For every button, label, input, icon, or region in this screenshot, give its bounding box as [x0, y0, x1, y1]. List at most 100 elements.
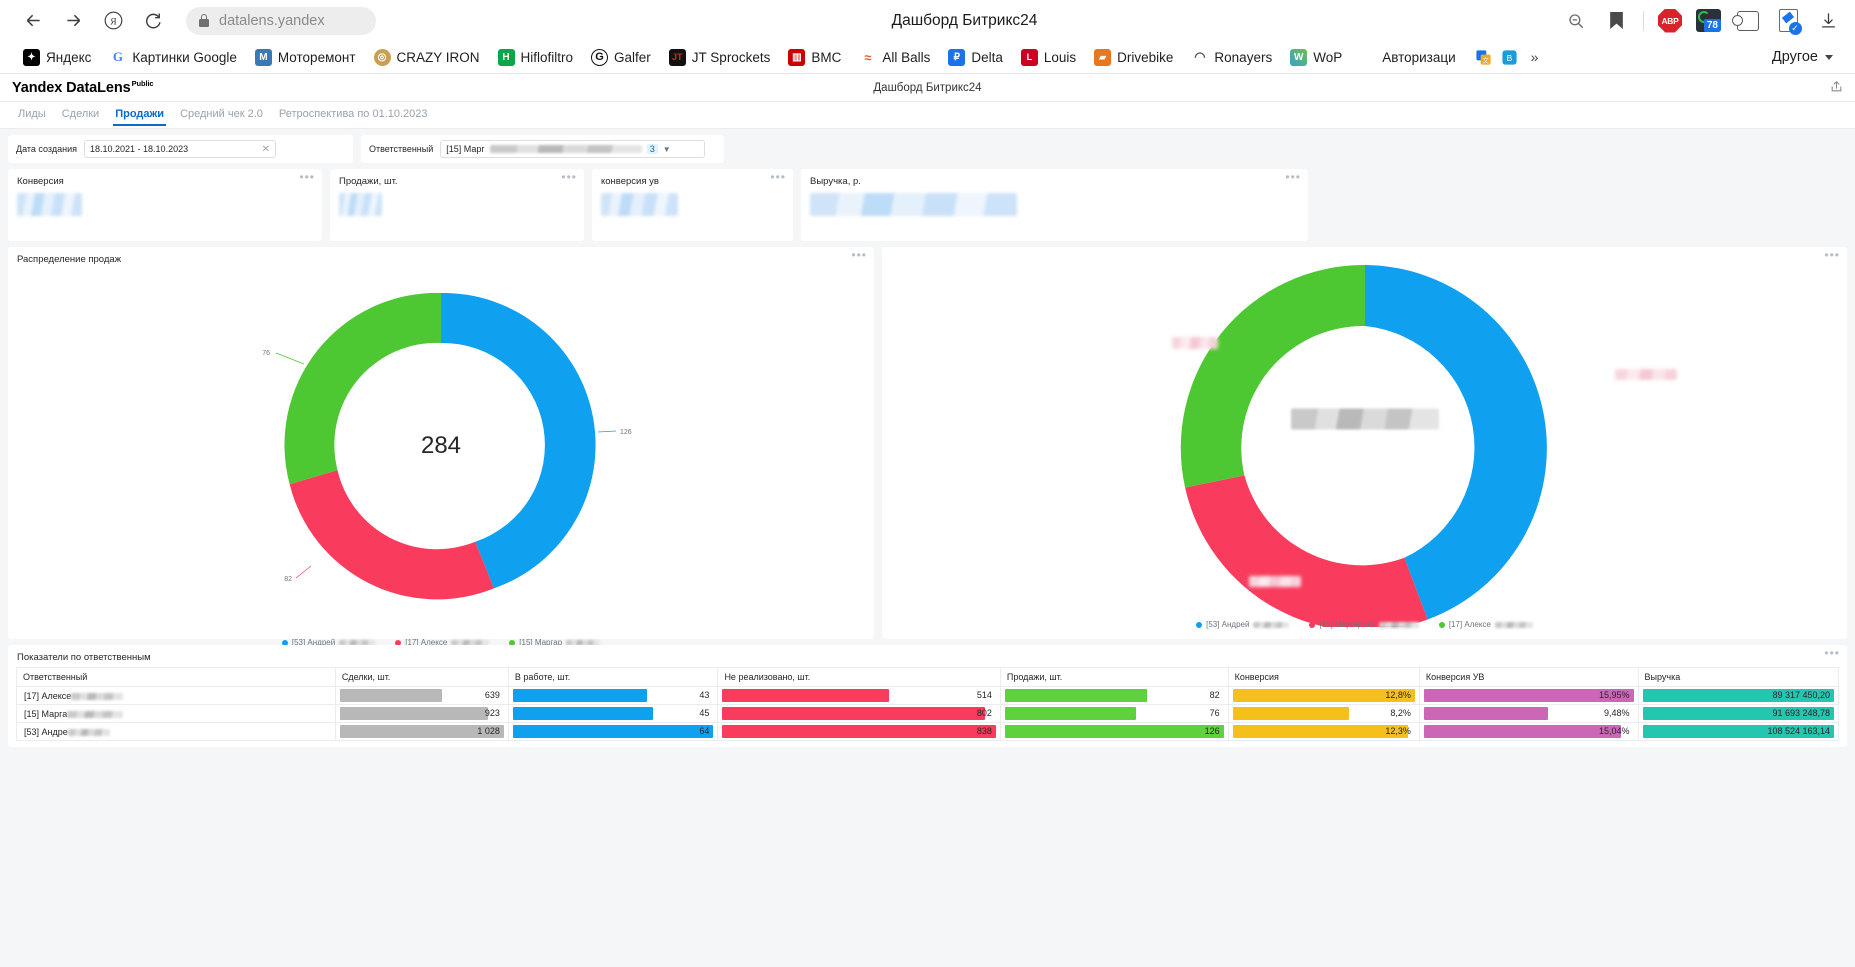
datalens-header: Yandex DataLensPublic Дашборд Битрикс24 [0, 74, 1855, 102]
tab-sdelki[interactable]: Сделки [54, 104, 108, 126]
donut-slice-green[interactable] [1180, 264, 1365, 488]
owner-select[interactable]: [15] Марг 3 ▼ [440, 140, 706, 158]
bookmark-ronayers[interactable]: ◠ Ronayers [1182, 46, 1281, 69]
tab-lidy[interactable]: Лиды [10, 104, 54, 126]
bookmark-crazy-iron[interactable]: ◎ CRAZY IRON [365, 46, 489, 69]
bar-value: 8,2% [1390, 708, 1411, 718]
bookmark-galfer[interactable]: G Galfer [582, 46, 660, 69]
table-row[interactable]: [17] Алексе 639 43 514 82 12,8% 15,95% 8… [16, 686, 1840, 705]
kpi-card-prodazhi: ••• Продажи, шт. [330, 169, 584, 241]
cell-conv-uv: 9,48% [1419, 704, 1639, 723]
counter-78-icon[interactable]: 78 [1696, 9, 1721, 32]
owner-value: [15] Марг [446, 144, 485, 154]
document-signed-icon[interactable]: ✓ [1775, 8, 1802, 35]
bookmark-label: JT Sprockets [691, 49, 771, 65]
bookmark-icon[interactable] [1603, 8, 1629, 34]
legend-color-dot [1438, 621, 1445, 628]
cell-revenue: 108 524 163,14 [1638, 722, 1840, 741]
donut-slice-red[interactable] [289, 470, 494, 600]
legend-label: [53] Андрей [1206, 620, 1250, 629]
kebab-menu-icon[interactable]: ••• [299, 171, 315, 183]
bar-value: 12,8% [1385, 690, 1411, 700]
share-icon[interactable] [1830, 80, 1843, 96]
google-favicon: G [109, 48, 127, 66]
bitrix-icon[interactable]: В [1497, 44, 1523, 70]
adblock-plus-icon[interactable]: ABP [1658, 8, 1682, 33]
zoom-out-icon[interactable] [1563, 8, 1589, 34]
bar-value: 15,04% [1598, 726, 1630, 736]
table-row[interactable]: [15] Марга 923 45 802 76 8,2% 9,48% 91 6… [16, 704, 1840, 723]
bar-unrealized [722, 725, 996, 738]
col-header-otvetstvenny[interactable]: Ответственный [16, 667, 336, 687]
legend-item[interactable]: [15] Маргарита [1309, 620, 1419, 629]
tab-retrospektiva[interactable]: Ретроспектива по 01.10.2023 [271, 104, 436, 126]
kebab-menu-icon[interactable]: ••• [1824, 647, 1840, 659]
yandex-logo-icon[interactable]: Я [94, 5, 132, 37]
toolbar-divider [1643, 10, 1644, 31]
bookmark-bmc[interactable]: ▥ BMC [779, 46, 850, 69]
clear-icon[interactable]: ✕ [262, 144, 270, 155]
bookmark-all-balls[interactable]: ≈ All Balls [850, 46, 939, 69]
kebab-menu-icon[interactable]: ••• [851, 249, 867, 261]
forward-arrow-icon[interactable] [54, 5, 92, 37]
donut-label-red-redacted [1248, 576, 1301, 588]
pin-icon[interactable] [1732, 8, 1761, 34]
date-range-input[interactable]: 18.10.2021 - 18.10.2023 ✕ [84, 140, 276, 158]
col-header-vyruchka[interactable]: Выручка [1638, 667, 1840, 687]
other-bookmarks-button[interactable]: Другое [1764, 46, 1841, 68]
address-bar[interactable]: datalens.yandex [186, 6, 376, 35]
cell-conv: 12,3% [1228, 722, 1420, 741]
bookmark-yandex[interactable]: ✦ Яндекс [14, 46, 100, 69]
bookmarks-overflow-button[interactable]: » [1523, 46, 1547, 68]
table-row[interactable]: [53] Андре 1 028 64 838 126 12,3% 15,04%… [16, 722, 1840, 741]
bar-value: 12,3% [1385, 726, 1411, 736]
reload-icon[interactable] [134, 5, 172, 37]
kebab-menu-icon[interactable]: ••• [770, 171, 786, 183]
donut-slice-red[interactable] [1185, 475, 1428, 632]
bookmark-label: Ronayers [1214, 49, 1273, 65]
cell-name: [17] Алексе [16, 686, 336, 705]
bookmark-label: Картинки Google [132, 49, 237, 65]
translate-icon[interactable]: 文 [1471, 44, 1497, 70]
row-name-redacted [71, 692, 124, 700]
col-header-sdelki[interactable]: Сделки, шт. [335, 667, 509, 687]
downloads-icon[interactable] [1815, 8, 1841, 34]
kebab-menu-icon[interactable]: ••• [1285, 171, 1301, 183]
tab-sredniy-chek[interactable]: Средний чек 2.0 [172, 104, 271, 126]
col-header-prodazhi[interactable]: Продажи, шт. [1000, 667, 1229, 687]
bar-conv-uv [1423, 725, 1621, 738]
chevron-down-icon[interactable]: ▼ [663, 145, 671, 154]
col-header-v-rabote[interactable]: В работе, шт. [508, 667, 719, 687]
bar-value: 514 [976, 690, 992, 700]
table-header-row: Ответственный Сделки, шт. В работе, шт. … [16, 667, 1840, 687]
legend-item[interactable]: [53] Андрей [1196, 620, 1290, 629]
datalens-logo[interactable]: Yandex DataLensPublic [12, 79, 154, 96]
cell-inwork: 64 [508, 722, 719, 741]
donut-slice-green[interactable] [284, 292, 441, 485]
kpi-value [8, 187, 322, 221]
filter-date-created: Дата создания 18.10.2021 - 18.10.2023 ✕ [8, 135, 353, 163]
cell-sales: 82 [1000, 686, 1229, 705]
counter-badge: 78 [1703, 19, 1721, 32]
bookmark-delta[interactable]: ₽ Delta [939, 46, 1012, 69]
kebab-menu-icon[interactable]: ••• [561, 171, 577, 183]
bookmark-wop[interactable]: W WoP [1281, 46, 1351, 69]
donut-slice-blue[interactable] [441, 292, 596, 589]
back-arrow-icon[interactable] [14, 5, 52, 37]
legend-item[interactable]: [17] Алексе [1438, 620, 1533, 629]
col-header-konversiya[interactable]: Конверсия [1228, 667, 1420, 687]
louis-favicon: L [1020, 48, 1038, 66]
bar-value: 108 524 163,14 [1767, 726, 1830, 736]
bookmark-motoremont[interactable]: М Моторемонт [246, 46, 365, 69]
kpi-title: конверсия ув [601, 176, 659, 187]
col-header-konversiya-uv[interactable]: Конверсия УВ [1419, 667, 1639, 687]
bookmark-jt-sprockets[interactable]: JT JT Sprockets [660, 46, 780, 69]
tab-prodazhi[interactable]: Продажи [107, 104, 172, 126]
bookmark-drivebike[interactable]: ▰ Drivebike [1085, 46, 1182, 69]
bookmark-avtorizacia[interactable]: Авторизаци [1373, 47, 1464, 68]
bookmark-louis[interactable]: L Louis [1012, 46, 1085, 69]
row-name-text: [17] Алексе [24, 690, 72, 701]
col-header-ne-realizovano[interactable]: Не реализовано, шт. [717, 667, 1001, 687]
bookmark-hiflofiltro[interactable]: H Hiflofiltro [489, 46, 583, 69]
bookmark-google-images[interactable]: G Картинки Google [100, 46, 246, 69]
